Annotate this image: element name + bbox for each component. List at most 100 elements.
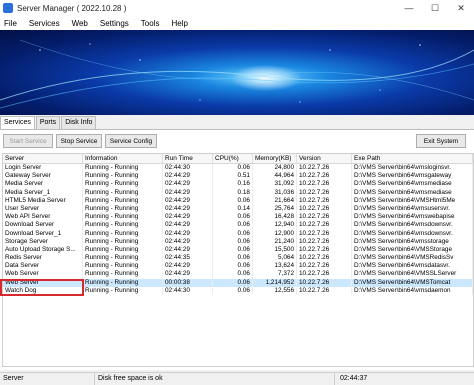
table-row[interactable]: Web API Server Running - Running 02:44:2… <box>3 213 473 222</box>
app-icon <box>3 3 13 13</box>
col-exe-path[interactable]: Exe Path <box>352 154 473 163</box>
col-run-time[interactable]: Run Time <box>163 154 213 163</box>
exit-system-button[interactable]: Exit System <box>416 134 466 148</box>
table-row[interactable]: Media Server_1 Running - Running 02:44:2… <box>3 188 473 197</box>
close-button[interactable]: ✕ <box>448 0 474 16</box>
table-row[interactable]: Web Server Running - Running 02:44:29 0.… <box>3 270 473 279</box>
cell-memory: 16,428 <box>253 213 297 222</box>
cell-version: 10.22.7.26 <box>297 286 352 295</box>
maximize-button[interactable]: ☐ <box>422 0 448 16</box>
start-service-button[interactable]: Start Service <box>3 134 53 148</box>
cell-information: Running - Running <box>83 245 163 255</box>
cell-run-time: 02:44:29 <box>163 245 213 255</box>
col-information[interactable]: Information <box>83 154 163 163</box>
title-bar: Server Manager ( 2022.10.28 ) — ☐ ✕ <box>0 0 474 16</box>
table-row[interactable]: Redis Server Running - Running 02:44:35 … <box>3 254 473 263</box>
cell-information: Running - Running <box>83 286 163 295</box>
services-table: Server Information Run Time CPU(%) Memor… <box>2 153 474 367</box>
menu-help[interactable]: Help <box>171 19 187 28</box>
menu-settings[interactable]: Settings <box>100 19 129 28</box>
cell-cpu: 0.06 <box>213 254 253 263</box>
table-row[interactable]: User Server Running - Running 02:44:29 0… <box>3 204 473 214</box>
table-row[interactable]: Gateway Server Running - Running 02:44:2… <box>3 172 473 181</box>
cell-memory: 12,556 <box>253 286 297 295</box>
tab-ports[interactable]: Ports <box>35 116 61 129</box>
col-memory[interactable]: Memory(KB) <box>253 154 297 163</box>
cell-information: Running - Running <box>83 180 163 189</box>
cell-server: Storage Server <box>3 237 83 246</box>
cell-memory: 1,214,952 <box>253 278 297 287</box>
cell-version: 10.22.7.26 <box>297 188 352 197</box>
table-row[interactable]: Auto Upload Storage S... Running - Runni… <box>3 245 473 255</box>
cell-memory: 31,092 <box>253 180 297 189</box>
cell-server: Web Server <box>3 270 83 279</box>
cell-cpu: 0.06 <box>213 237 253 246</box>
cell-information: Running - Running <box>83 278 163 287</box>
cell-server: Data Server <box>3 262 83 271</box>
cell-cpu: 0.06 <box>213 262 253 271</box>
cell-server: Gateway Server <box>3 172 83 181</box>
cell-version: 10.22.7.26 <box>297 237 352 246</box>
cell-server: HTML5 Media Server <box>3 196 83 205</box>
cell-run-time: 02:44:29 <box>163 188 213 197</box>
cell-run-time: 02:44:29 <box>163 221 213 230</box>
cell-exe-path: D:\VMS Server\bin64\VMSTomcat <box>352 278 473 287</box>
status-time: 02:44:37 <box>340 375 368 382</box>
cell-exe-path: D:\VMS Server\bin64\vmsmediase <box>352 188 473 197</box>
cell-information: Running - Running <box>83 270 163 279</box>
cell-run-time: 02:44:29 <box>163 213 213 222</box>
menu-services[interactable]: Services <box>29 19 60 28</box>
table-row[interactable]: Login Server Running - Running 02:44:30 … <box>3 164 473 173</box>
table-row[interactable]: Storage Server Running - Running 02:44:2… <box>3 237 473 246</box>
table-row[interactable]: HTML5 Media Server Running - Running 02:… <box>3 196 473 205</box>
cell-exe-path: D:\VMS Server\bin64\vmsdownsvr. <box>352 229 473 238</box>
window-controls: — ☐ ✕ <box>396 0 474 16</box>
cell-memory: 7,372 <box>253 270 297 279</box>
minimize-button[interactable]: — <box>396 0 422 16</box>
cell-exe-path: D:\VMS Server\bin64\VMSSLServer <box>352 270 473 279</box>
col-server[interactable]: Server <box>3 154 83 163</box>
table-row[interactable]: Download Server Running - Running 02:44:… <box>3 221 473 230</box>
cell-information: Running - Running <box>83 254 163 263</box>
menu-file[interactable]: File <box>4 19 17 28</box>
cell-version: 10.22.7.26 <box>297 229 352 238</box>
cell-run-time: 02:44:29 <box>163 229 213 238</box>
cell-run-time: 02:44:29 <box>163 180 213 189</box>
cell-cpu: 0.16 <box>213 180 253 189</box>
cell-server: Auto Upload Storage S... <box>3 245 83 255</box>
col-version[interactable]: Version <box>297 154 352 163</box>
cell-run-time: 00:00:38 <box>163 278 213 287</box>
table-row[interactable]: Download Server_1 Running - Running 02:4… <box>3 229 473 238</box>
cell-exe-path: D:\VMS Server\bin64\vmsstorage <box>352 237 473 246</box>
cell-run-time: 02:44:29 <box>163 172 213 181</box>
cell-cpu: 0.06 <box>213 213 253 222</box>
service-config-button[interactable]: Service Config <box>105 134 157 148</box>
col-cpu[interactable]: CPU(%) <box>213 154 253 163</box>
tab-services[interactable]: Services <box>0 116 35 129</box>
tab-disk-info[interactable]: Disk Info <box>61 116 97 129</box>
cell-exe-path: D:\VMS Server\bin64\vmsloginsvr. <box>352 164 473 173</box>
table-row[interactable]: Media Server Running - Running 02:44:29 … <box>3 180 473 189</box>
cell-memory: 25,764 <box>253 204 297 214</box>
cell-version: 10.22.7.26 <box>297 254 352 263</box>
cell-information: Running - Running <box>83 172 163 181</box>
cell-version: 10.22.7.26 <box>297 172 352 181</box>
cell-version: 10.22.7.26 <box>297 262 352 271</box>
cell-cpu: 0.06 <box>213 196 253 205</box>
services-panel: Start Service Stop Service Service Confi… <box>0 129 474 370</box>
cell-cpu: 0.06 <box>213 278 253 287</box>
menu-tools[interactable]: Tools <box>141 19 160 28</box>
cell-exe-path: D:\VMS Server\bin64\vmsdownsvr. <box>352 221 473 230</box>
cell-server: Login Server <box>3 164 83 173</box>
cell-server: User Server <box>3 204 83 214</box>
table-row[interactable]: Data Server Running - Running 02:44:29 0… <box>3 262 473 271</box>
cell-information: Running - Running <box>83 229 163 238</box>
cell-memory: 21,664 <box>253 196 297 205</box>
cell-server: Media Server <box>3 180 83 189</box>
cell-run-time: 02:44:29 <box>163 204 213 214</box>
stop-service-button[interactable]: Stop Service <box>56 134 102 148</box>
cell-cpu: 0.18 <box>213 188 253 197</box>
menu-web[interactable]: Web <box>72 19 88 28</box>
cell-exe-path: D:\VMS Server\bin64\VMSStorage <box>352 245 473 255</box>
highlight-annotation-box <box>0 279 84 296</box>
